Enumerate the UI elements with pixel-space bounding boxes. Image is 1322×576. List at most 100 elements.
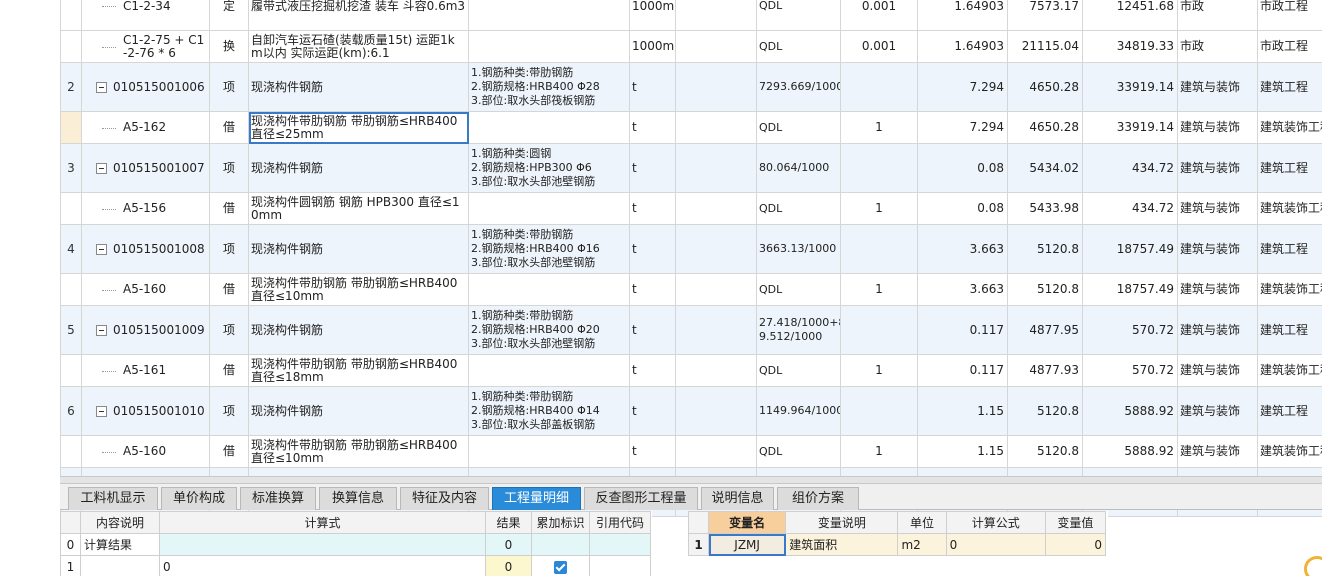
unit-cell[interactable]: t bbox=[629, 386, 676, 436]
code-cell[interactable]: A5-160 bbox=[81, 273, 210, 306]
tab-2[interactable]: 单价构成 bbox=[161, 487, 237, 510]
blank-cell[interactable] bbox=[675, 143, 757, 193]
name-cell[interactable]: 现浇构件钢筋 bbox=[248, 224, 469, 274]
bill-item-row[interactable]: 5 010515001009 项现浇构件钢筋 1.钢筋种类:带肋钢筋 2.钢筋规格:H… bbox=[60, 305, 1322, 355]
coef-cell[interactable] bbox=[840, 305, 918, 355]
qty-expr-cell[interactable]: QDL bbox=[756, 0, 841, 31]
tab-6[interactable]: 工程量明细 bbox=[492, 487, 581, 510]
sub-major-cell[interactable]: 建筑装饰工程 bbox=[1257, 435, 1322, 468]
quantity-detail-row[interactable]: 1 0 0 bbox=[60, 555, 651, 576]
sub-major-cell[interactable]: 建筑装饰工程 bbox=[1257, 354, 1322, 387]
code-cell[interactable]: A5-161 bbox=[81, 354, 210, 387]
code-cell[interactable]: 010515001010 bbox=[81, 386, 210, 436]
name-cell[interactable]: 现浇构件钢筋 bbox=[248, 143, 469, 193]
unit-cell[interactable]: 1000m3 bbox=[629, 30, 676, 63]
ref-code-cell[interactable] bbox=[589, 555, 651, 576]
blank-cell[interactable] bbox=[675, 386, 757, 436]
code-cell[interactable]: 010515001006 bbox=[81, 62, 210, 112]
unit-cell[interactable]: m2 bbox=[897, 533, 947, 556]
unit-cell[interactable]: t bbox=[629, 224, 676, 274]
qty-expr-cell[interactable]: QDL bbox=[756, 354, 841, 387]
blank-cell[interactable] bbox=[675, 354, 757, 387]
feature-cell[interactable]: 1.钢筋种类:带肋钢筋 2.钢筋规格:HRB400 Φ16 3.部位:取水头部池… bbox=[468, 224, 630, 274]
type-cell[interactable]: 项 bbox=[209, 143, 249, 193]
name-cell[interactable]: 自卸汽车运石碴(装载质量15t) 运距1km以内 实际运距(km):6.1 bbox=[248, 30, 469, 63]
code-cell[interactable]: C1-2-75 + C1-2-76 * 6 bbox=[81, 30, 210, 63]
sub-major-cell[interactable]: 市政工程 bbox=[1257, 0, 1322, 31]
tab-7[interactable]: 反查图形工程量 bbox=[584, 487, 698, 510]
feature-cell[interactable] bbox=[468, 192, 630, 225]
bill-item-row[interactable]: 4 010515001008 项现浇构件钢筋 1.钢筋种类:带肋钢筋 2.钢筋规格:H… bbox=[60, 224, 1322, 274]
qty-cell[interactable]: 3.663 bbox=[917, 224, 1008, 274]
panel-splitter[interactable] bbox=[60, 476, 1322, 484]
code-cell[interactable]: 010515001007 bbox=[81, 143, 210, 193]
qty-cell[interactable]: 3.663 bbox=[917, 273, 1008, 306]
formula-cell[interactable] bbox=[159, 533, 486, 556]
major-cell[interactable]: 建筑与装饰 bbox=[1177, 305, 1258, 355]
qty-expr-cell[interactable]: 3663.13/1000 bbox=[756, 224, 841, 274]
qty-cell[interactable]: 7.294 bbox=[917, 111, 1008, 144]
tab-4[interactable]: 换算信息 bbox=[319, 487, 397, 510]
sub-major-cell[interactable]: 建筑装饰工程 bbox=[1257, 192, 1322, 225]
blank-cell[interactable] bbox=[675, 435, 757, 468]
unit-cell[interactable]: t bbox=[629, 305, 676, 355]
ref-code-cell[interactable] bbox=[589, 533, 651, 556]
sub-major-cell[interactable]: 建筑装饰工程 bbox=[1257, 111, 1322, 144]
major-cell[interactable]: 建筑与装饰 bbox=[1177, 62, 1258, 112]
qty-expr-cell[interactable]: 27.418/1000+8 9.512/1000 bbox=[756, 305, 841, 355]
qty-cell[interactable]: 1.15 bbox=[917, 435, 1008, 468]
sub-major-cell[interactable]: 建筑工程 bbox=[1257, 305, 1322, 355]
quota-row[interactable]: C1-2-75 + C1-2-76 * 6 换自卸汽车运石碴(装载质量15t) 运… bbox=[60, 30, 1322, 63]
major-cell[interactable]: 市政 bbox=[1177, 0, 1258, 31]
var-desc-cell[interactable]: 建筑面积 bbox=[785, 533, 899, 556]
unit-cell[interactable]: t bbox=[629, 354, 676, 387]
qty-expr-cell[interactable]: 80.064/1000 bbox=[756, 143, 841, 193]
feature-cell[interactable]: 1.钢筋种类:带肋钢筋 2.钢筋规格:HRB400 Φ20 3.部位:取水头部池… bbox=[468, 305, 630, 355]
type-cell[interactable]: 借 bbox=[209, 354, 249, 387]
type-cell[interactable]: 换 bbox=[209, 30, 249, 63]
name-cell[interactable]: 履带式液压挖掘机挖渣 装车 斗容0.6m3 bbox=[248, 0, 469, 31]
assistant-float-icon[interactable] bbox=[1304, 556, 1322, 576]
sub-major-cell[interactable]: 建筑工程 bbox=[1257, 386, 1322, 436]
feature-cell[interactable] bbox=[468, 435, 630, 468]
quota-row[interactable]: A5-160 借现浇构件带肋钢筋 带肋钢筋≤HRB400 直径≤10mm t QDL 1… bbox=[60, 435, 1322, 468]
qty-expr-cell[interactable]: QDL bbox=[756, 273, 841, 306]
type-cell[interactable]: 借 bbox=[209, 273, 249, 306]
major-cell[interactable]: 建筑与装饰 bbox=[1177, 386, 1258, 436]
name-cell[interactable]: 现浇构件钢筋 bbox=[248, 305, 469, 355]
type-cell[interactable]: 项 bbox=[209, 386, 249, 436]
feature-cell[interactable] bbox=[468, 354, 630, 387]
tab-9[interactable]: 组价方案 bbox=[777, 487, 859, 510]
type-cell[interactable]: 借 bbox=[209, 192, 249, 225]
sub-major-cell[interactable]: 建筑工程 bbox=[1257, 62, 1322, 112]
feature-cell[interactable] bbox=[468, 30, 630, 63]
qty-cell[interactable]: 1.15 bbox=[917, 386, 1008, 436]
qty-expr-cell[interactable]: 1149.964/1000 bbox=[756, 386, 841, 436]
tab-1[interactable]: 工料机显示 bbox=[68, 487, 158, 510]
blank-cell[interactable] bbox=[675, 305, 757, 355]
desc-cell[interactable] bbox=[80, 555, 160, 576]
qty-cell[interactable]: 0.117 bbox=[917, 305, 1008, 355]
name-cell[interactable]: 现浇构件圆钢筋 钢筋 HPB300 直径≤10mm bbox=[248, 192, 469, 225]
desc-cell[interactable]: 计算结果 bbox=[80, 533, 160, 556]
qty-cell[interactable]: 0.117 bbox=[917, 354, 1008, 387]
bill-item-row[interactable]: 3 010515001007 项现浇构件钢筋 1.钢筋种类:圆钢 2.钢筋规格:HPB… bbox=[60, 143, 1322, 193]
unit-cell[interactable]: t bbox=[629, 143, 676, 193]
sub-major-cell[interactable]: 市政工程 bbox=[1257, 30, 1322, 63]
unit-cell[interactable]: t bbox=[629, 192, 676, 225]
sub-major-cell[interactable]: 建筑工程 bbox=[1257, 224, 1322, 274]
tab-3[interactable]: 标准换算 bbox=[240, 487, 316, 510]
tab-8[interactable]: 说明信息 bbox=[701, 487, 774, 510]
type-cell[interactable]: 定 bbox=[209, 0, 249, 31]
blank-cell[interactable] bbox=[675, 30, 757, 63]
feature-cell[interactable] bbox=[468, 111, 630, 144]
quota-row[interactable]: C1-2-34 定履带式液压挖掘机挖渣 装车 斗容0.6m3 1000m3 QDL0.… bbox=[60, 0, 1322, 31]
bill-item-row[interactable]: 2 010515001006 项现浇构件钢筋 1.钢筋种类:带肋钢筋 2.钢筋规格:H… bbox=[60, 62, 1322, 112]
quota-row[interactable]: A5-160 借现浇构件带肋钢筋 带肋钢筋≤HRB400 直径≤10mm t QDL 1… bbox=[60, 273, 1322, 306]
unit-cell[interactable]: t bbox=[629, 62, 676, 112]
type-cell[interactable]: 项 bbox=[209, 305, 249, 355]
unit-cell[interactable]: t bbox=[629, 111, 676, 144]
qty-cell[interactable]: 1.64903 bbox=[917, 30, 1008, 63]
qty-expr-cell[interactable]: QDL bbox=[756, 192, 841, 225]
code-cell[interactable]: A5-160 bbox=[81, 435, 210, 468]
